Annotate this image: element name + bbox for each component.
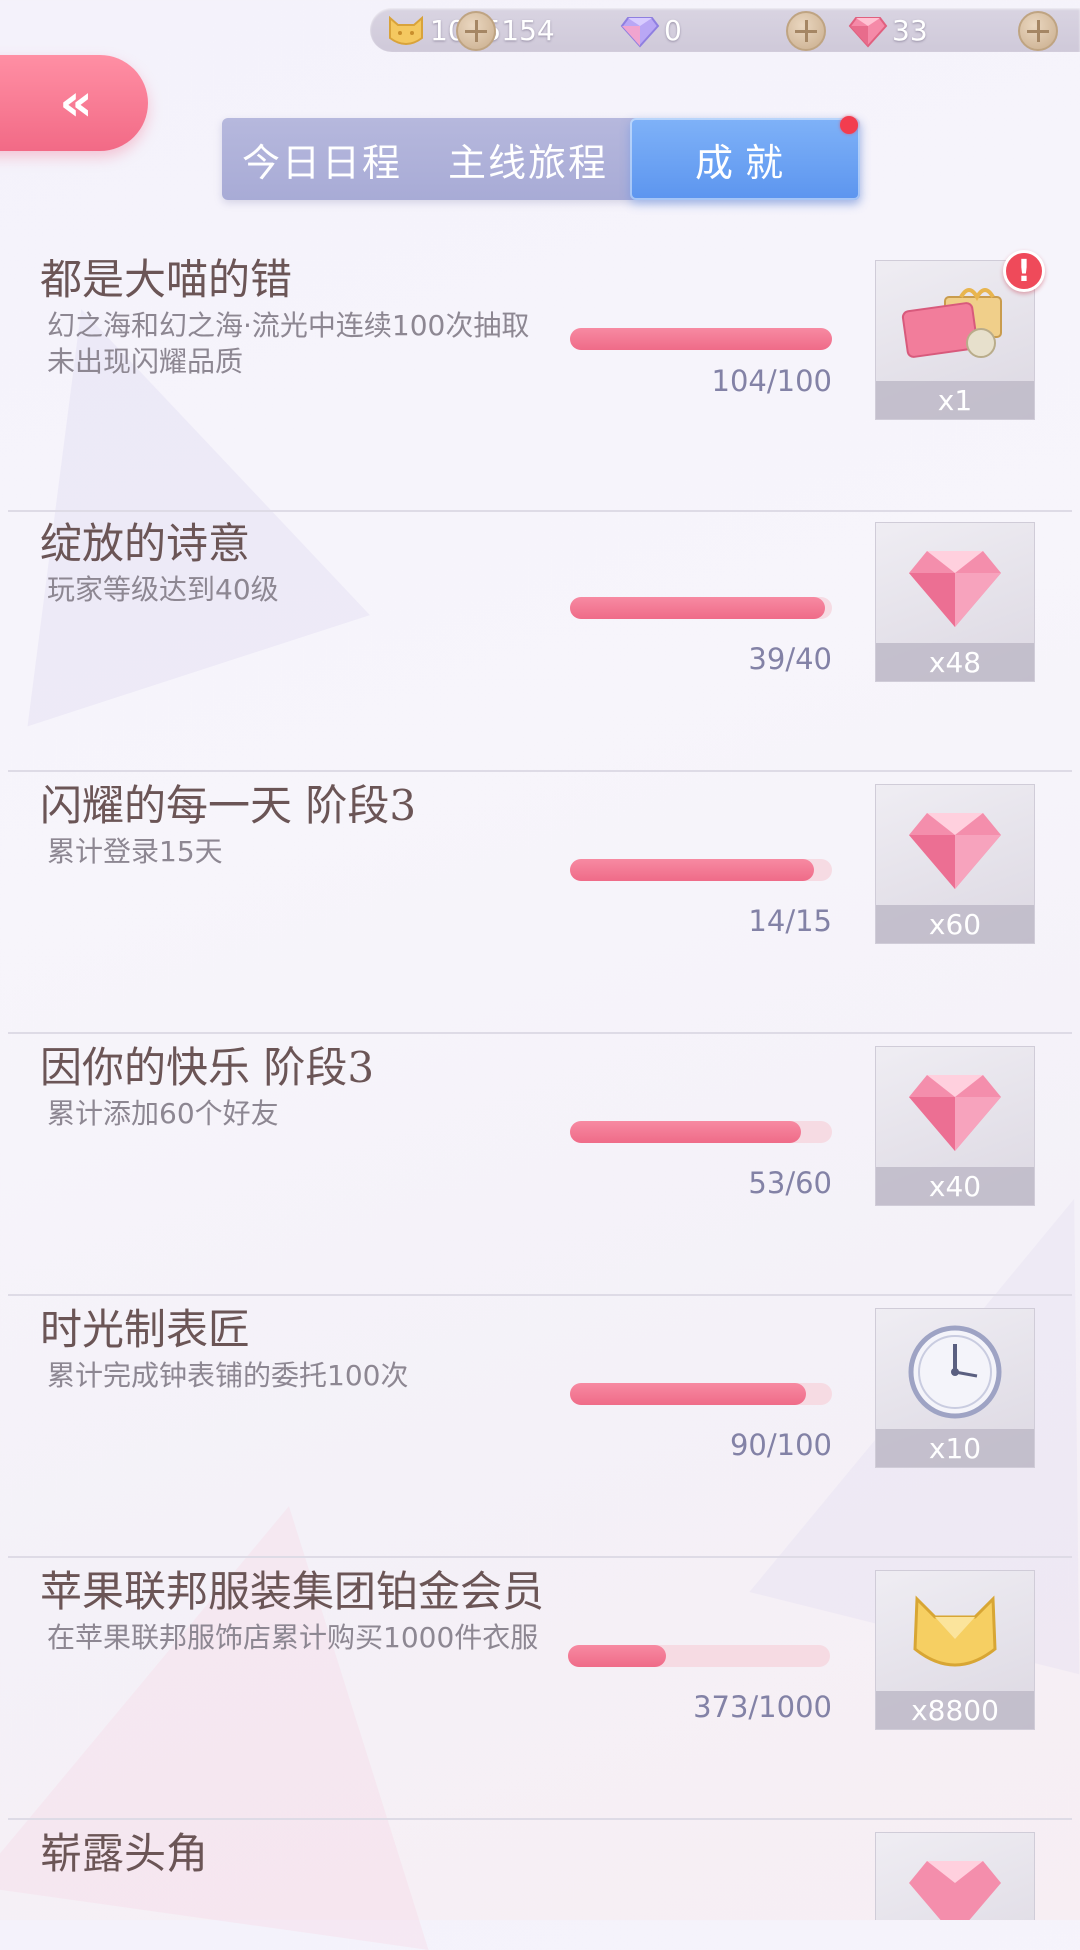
reward-count: x60 — [876, 905, 1034, 943]
currency-bar: 1035154 0 33 — [370, 8, 1080, 52]
achievement-description: 累计登录15天 — [47, 835, 223, 868]
achievement-title: 绽放的诗意 — [40, 519, 251, 568]
pink-diamond-icon — [876, 1833, 1034, 1920]
progress-fill — [570, 597, 826, 619]
progress-text: 373/1000 — [693, 1690, 832, 1724]
achievement-description: 累计完成钟表铺的委托100次 — [47, 1359, 409, 1392]
progress-fill — [570, 328, 832, 350]
achievement-row: 苹果联邦服装集团铂金会员 在苹果联邦服饰店累计购买1000件衣服 373/100… — [0, 1558, 1080, 1820]
achievement-title: 闪耀的每一天 阶段3 — [40, 781, 417, 830]
progress-bar — [570, 859, 832, 881]
reward-slot[interactable]: x48 — [875, 522, 1035, 682]
achievement-title: 因你的快乐 阶段3 — [40, 1043, 375, 1092]
add-blue-diamonds-button[interactable] — [786, 11, 826, 51]
double-chevron-left-icon: « — [59, 73, 92, 133]
blue-diamond-counter: 0 — [620, 8, 682, 52]
progress-bar — [570, 597, 832, 619]
tab-bar: 今日日程 主线旅程 成就 — [222, 118, 860, 200]
pink-diamond-icon — [876, 523, 1034, 648]
progress-bar — [570, 1383, 832, 1405]
reward-count: x48 — [876, 643, 1034, 681]
achievement-row: 时光制表匠 累计完成钟表铺的委托100次 90/100 x10 — [0, 1296, 1080, 1558]
achievement-title: 崭露头角 — [40, 1829, 209, 1878]
cat-coin-icon — [386, 10, 426, 50]
clock-icon — [876, 1309, 1034, 1434]
reward-slot[interactable]: x8800 — [875, 1570, 1035, 1730]
reward-slot[interactable]: x10 — [875, 1308, 1035, 1468]
pink-diamond-icon — [876, 785, 1034, 910]
progress-text: 39/40 — [748, 642, 832, 676]
progress-bar — [570, 328, 832, 350]
achievement-description: 累计添加60个好友 — [47, 1097, 279, 1130]
progress-text: 104/100 — [711, 364, 832, 398]
achievement-title: 时光制表匠 — [40, 1305, 251, 1354]
tab-today-schedule[interactable]: 今日日程 — [222, 118, 422, 200]
alert-icon: ! — [1003, 250, 1045, 292]
achievement-row: 闪耀的每一天 阶段3 累计登录15天 14/15 x60 — [0, 772, 1080, 1034]
gold-cat-coin-icon — [876, 1571, 1034, 1696]
pink-diamond-amount: 33 — [892, 13, 928, 47]
reward-slot[interactable] — [875, 1832, 1035, 1920]
progress-fill — [570, 1383, 806, 1405]
progress-text: 53/60 — [748, 1166, 832, 1200]
blue-diamond-amount: 0 — [664, 13, 682, 47]
progress-fill — [570, 1121, 802, 1143]
notification-dot — [840, 116, 858, 134]
reward-slot[interactable]: x40 — [875, 1046, 1035, 1206]
progress-text: 14/15 — [748, 904, 832, 938]
pink-diamond-icon — [876, 1047, 1034, 1172]
achievement-row: 崭露头角 — [0, 1820, 1080, 1920]
achievement-title: 苹果联邦服装集团铂金会员 — [40, 1567, 545, 1616]
achievement-description: 幻之海和幻之海·流光中连续100次抽取未出现闪耀品质 — [47, 309, 530, 378]
reward-count: x40 — [876, 1167, 1034, 1205]
back-button[interactable]: « — [0, 55, 148, 151]
achievement-row: 绽放的诗意 玩家等级达到40级 39/40 x48 — [0, 510, 1080, 772]
tab-achievements[interactable]: 成就 — [630, 118, 860, 200]
reward-slot[interactable]: x60 — [875, 784, 1035, 944]
blue-diamond-icon — [620, 10, 660, 50]
reward-count: x10 — [876, 1429, 1034, 1467]
progress-fill — [568, 1645, 666, 1667]
add-coins-button[interactable] — [456, 11, 496, 51]
achievement-row: 都是大喵的错 幻之海和幻之海·流光中连续100次抽取未出现闪耀品质 104/10… — [0, 246, 1080, 512]
pink-diamond-icon — [848, 10, 888, 50]
achievement-row: 因你的快乐 阶段3 累计添加60个好友 53/60 x40 — [0, 1034, 1080, 1296]
pink-diamond-counter: 33 — [848, 8, 928, 52]
tab-main-journey[interactable]: 主线旅程 — [422, 118, 634, 200]
achievement-title: 都是大喵的错 — [40, 255, 293, 304]
reward-count: x1 — [876, 381, 1034, 419]
achievement-description: 在苹果联邦服饰店累计购买1000件衣服 — [47, 1621, 539, 1654]
progress-bar — [570, 1121, 832, 1143]
progress-text: 90/100 — [729, 1428, 832, 1462]
progress-bar — [568, 1645, 830, 1667]
progress-fill — [570, 859, 815, 881]
achievement-description: 玩家等级达到40级 — [47, 573, 279, 606]
add-pink-diamonds-button[interactable] — [1018, 11, 1058, 51]
reward-count: x8800 — [876, 1691, 1034, 1729]
